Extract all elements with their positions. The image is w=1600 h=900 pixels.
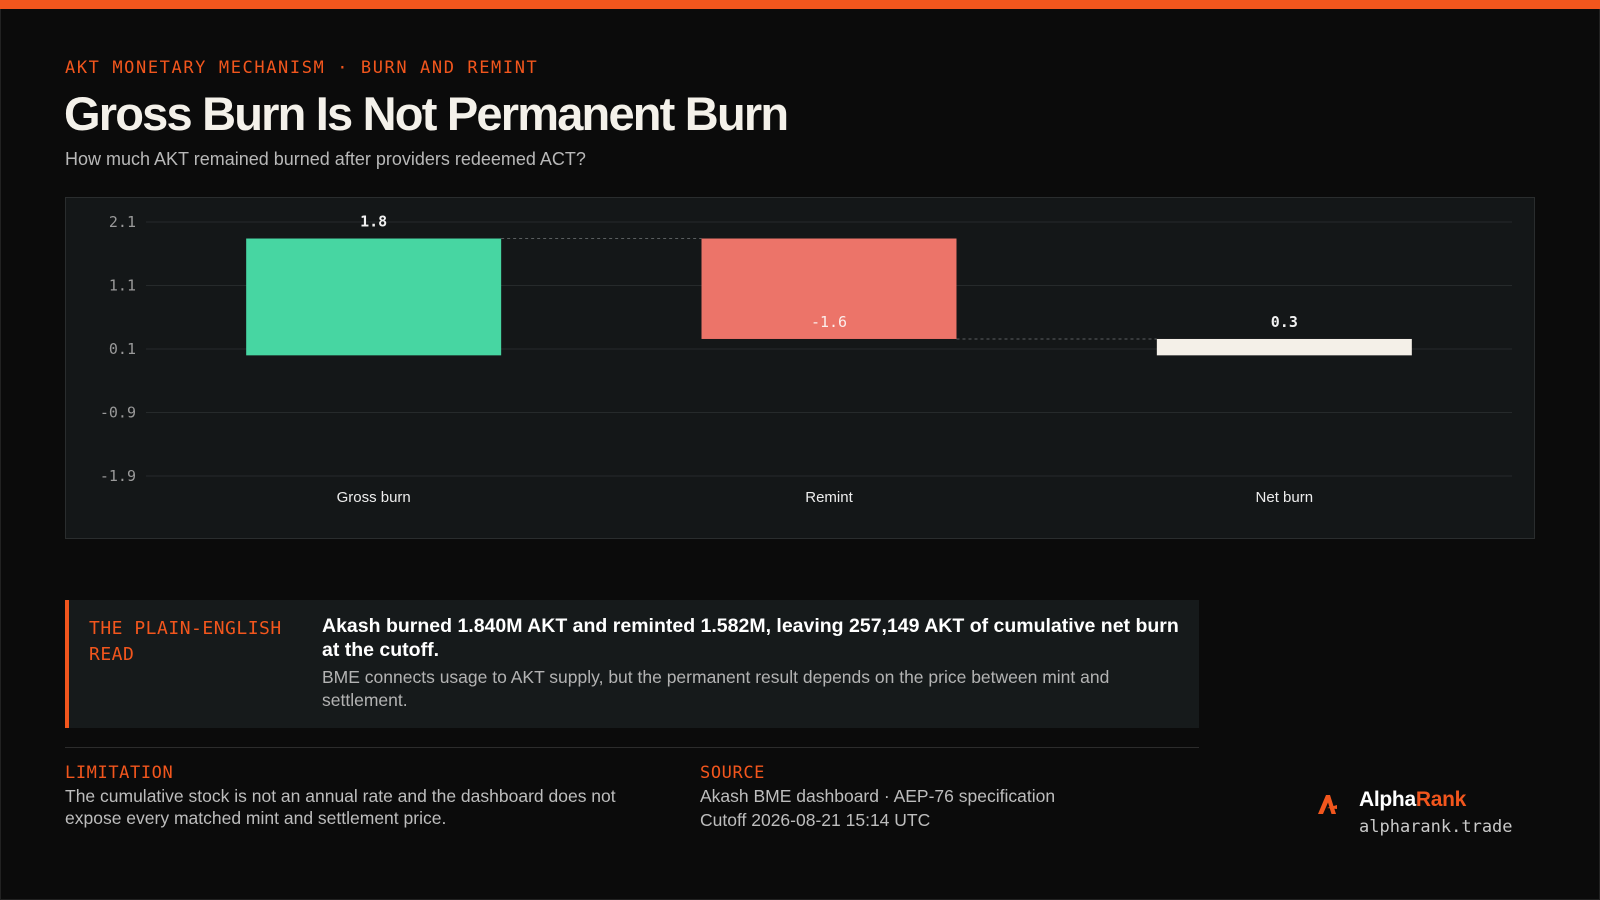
- y-tick-label: 2.1: [109, 213, 136, 231]
- bar-net-burn: [1156, 338, 1412, 356]
- limitation-text: The cumulative stock is not an annual ra…: [65, 786, 616, 828]
- divider: [65, 747, 1199, 748]
- chart-panel: 2.1 1.1 0.1 -0.9 -1.9 1.8 Gross burn -1.6 Remint…: [65, 197, 1535, 539]
- y-tick-label: -0.9: [100, 404, 136, 422]
- brand-name: AlphaRank: [1359, 788, 1466, 812]
- source-line-2: Cutoff 2026-08-21 15:14 UTC: [700, 810, 931, 830]
- brand-name-alpha: Alpha: [1359, 788, 1416, 811]
- value-label: 1.8: [360, 213, 387, 231]
- y-tick-label: 0.1: [109, 340, 136, 358]
- plain-english-callout: THE PLAIN-ENGLISH READ Akash burned 1.84…: [65, 600, 1199, 728]
- callout-label: THE PLAIN-ENGLISH READ: [89, 618, 282, 665]
- y-tick-label: 1.1: [109, 277, 136, 295]
- limitation-label: LIMITATION: [65, 763, 174, 783]
- kicker: AKT MONETARY MECHANISM · BURN AND REMINT: [65, 58, 539, 78]
- bar-gross-burn: [246, 238, 502, 356]
- brand-name-rank: Rank: [1415, 788, 1466, 811]
- x-category-label: Net burn: [1256, 489, 1314, 506]
- waterfall-chart: 2.1 1.1 0.1 -0.9 -1.9 1.8 Gross burn -1.6 Remint…: [100, 213, 1512, 506]
- x-category-label: Remint: [805, 489, 853, 506]
- y-tick-label: -1.9: [100, 467, 136, 485]
- value-label: 0.3: [1271, 313, 1298, 331]
- callout-body: BME connects usage to AKT supply, but th…: [322, 667, 1110, 710]
- source-label: SOURCE: [700, 763, 766, 783]
- page-subtitle: How much AKT remained burned after provi…: [65, 149, 586, 169]
- brand-url: alpharank.trade: [1359, 817, 1513, 837]
- source-line-1: Akash BME dashboard · AEP-76 specificati…: [700, 786, 1056, 806]
- x-category-label: Gross burn: [337, 489, 411, 506]
- top-accent-bar: [0, 0, 1600, 9]
- value-label: -1.6: [811, 313, 847, 331]
- page-title: Gross Burn Is Not Permanent Burn: [64, 87, 789, 140]
- callout-headline: Akash burned 1.840M AKT and reminted 1.5…: [322, 615, 1179, 661]
- alpharank-logo-icon: [1318, 795, 1337, 814]
